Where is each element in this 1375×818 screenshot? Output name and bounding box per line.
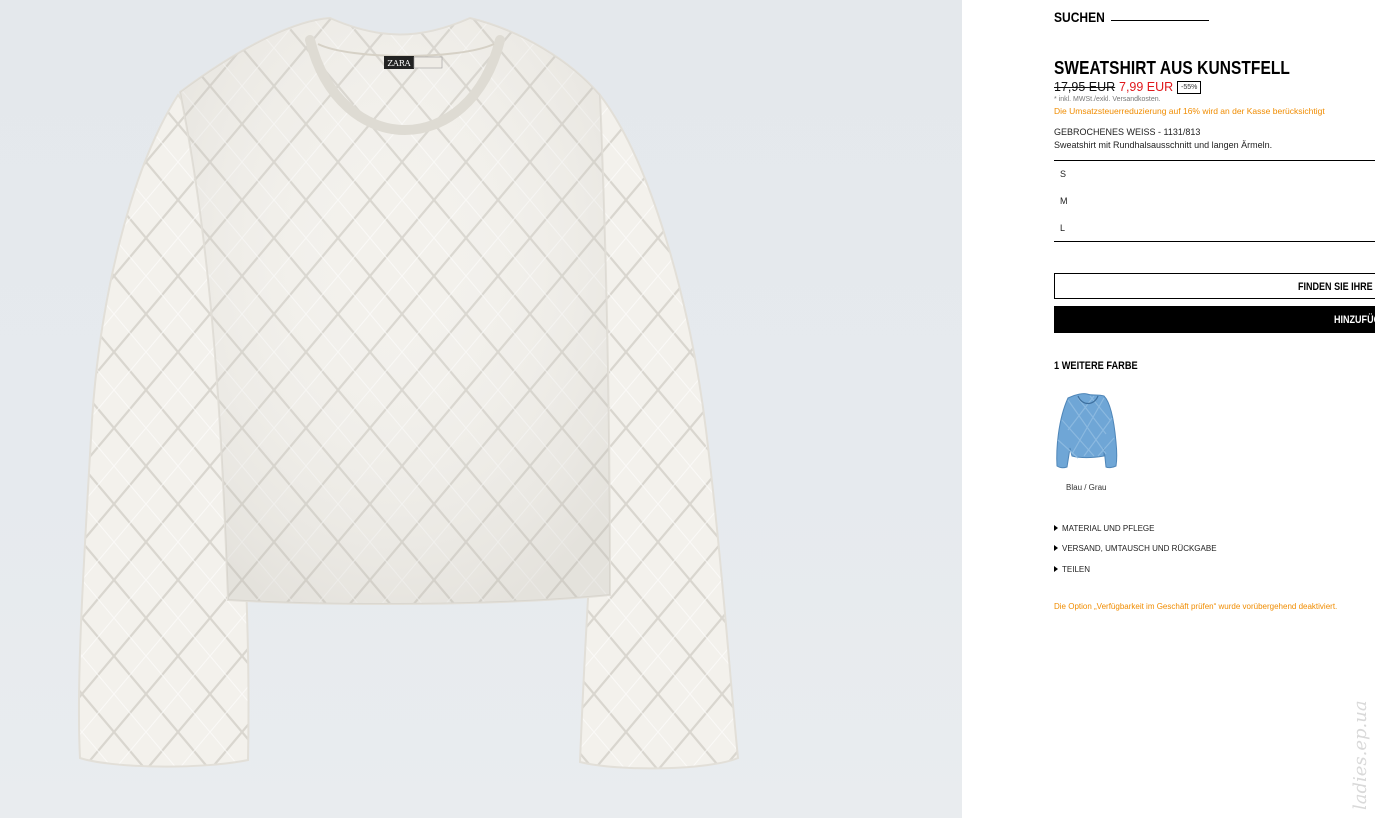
product-title: SWEATSHIRT AUS KUNSTFELL — [1054, 58, 1290, 78]
find-size-button-label: FINDEN SIE IHRE GRÖSSE — [1298, 281, 1375, 293]
sweater-illustration: ZARA — [77, 16, 740, 770]
more-colors-heading: 1 WEITERE FARBE — [1054, 360, 1138, 372]
accordion-label: VERSAND, UMTAUSCH UND RÜCKGABE — [1062, 544, 1217, 553]
product-description: Sweatshirt mit Rundhalsausschnitt und la… — [1054, 140, 1273, 150]
brand-label-text: ZARA — [387, 59, 410, 68]
availability-note: Die Option „Verfügbarkeit im Geschäft pr… — [1054, 602, 1338, 611]
vat-reduction-note: Die Umsatzsteuerreduzierung auf 16% wird… — [1054, 106, 1325, 116]
size-list-top-divider — [1054, 160, 1375, 161]
caret-right-icon — [1054, 545, 1058, 551]
color-variant-label[interactable]: Blau / Grau — [1066, 483, 1106, 492]
add-to-cart-button[interactable]: HINZUFÜGEN — [1054, 306, 1375, 333]
search-underline[interactable] — [1111, 20, 1209, 21]
caret-right-icon — [1054, 525, 1058, 531]
sale-price: 7,99 EUR — [1119, 80, 1174, 94]
product-image[interactable]: ZARA — [0, 0, 962, 818]
add-to-cart-button-label: HINZUFÜGEN — [1334, 314, 1375, 326]
search-link[interactable]: SUCHEN — [1054, 9, 1105, 25]
color-variant-thumbnail[interactable] — [1054, 390, 1120, 470]
old-price: 17,95 EUR — [1054, 80, 1116, 94]
size-option-m[interactable]: M — [1060, 196, 1068, 206]
color-reference: GEBROCHENES WEISS - 1131/813 — [1054, 127, 1201, 137]
size-option-l[interactable]: L — [1060, 223, 1065, 233]
accordion-label: TEILEN — [1062, 565, 1091, 574]
find-size-button[interactable]: FINDEN SIE IHRE GRÖSSE — [1054, 273, 1375, 299]
accordion-share[interactable]: TEILEN — [1054, 565, 1090, 574]
size-option-s[interactable]: S — [1060, 169, 1066, 179]
discount-badge: -55% — [1177, 81, 1202, 94]
accordion-label: MATERIAL UND PFLEGE — [1062, 524, 1155, 533]
accordion-material-care[interactable]: MATERIAL UND PFLEGE — [1054, 524, 1154, 533]
size-list-bottom-divider — [1054, 241, 1375, 242]
tax-note: * inkl. MWSt./exkl. Versandkosten. — [1054, 96, 1161, 103]
caret-right-icon — [1054, 566, 1058, 572]
accordion-shipping-returns[interactable]: VERSAND, UMTAUSCH UND RÜCKGABE — [1054, 544, 1217, 553]
watermark: ladies.ep.ua — [1350, 700, 1371, 810]
